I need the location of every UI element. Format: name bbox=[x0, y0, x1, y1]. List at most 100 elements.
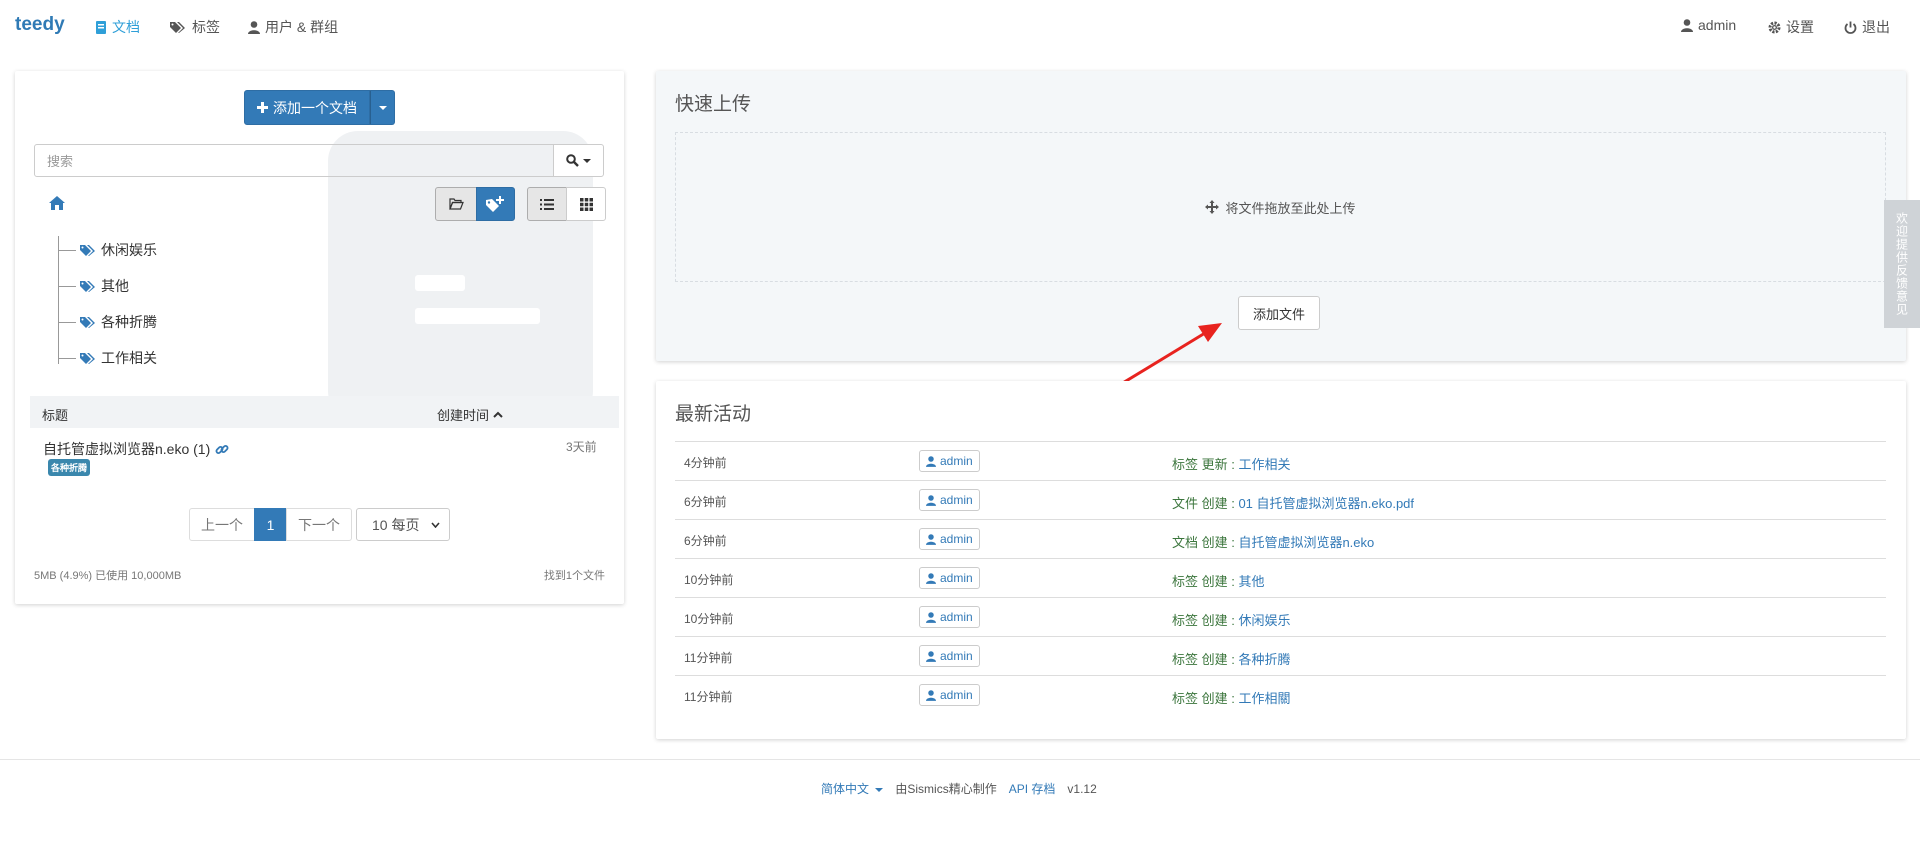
activity-user-button[interactable]: admin bbox=[919, 684, 980, 706]
tag-label: 其他 bbox=[101, 278, 129, 294]
nav-tags-label: 标签 bbox=[192, 19, 220, 35]
pagination-page[interactable]: 1 bbox=[254, 508, 287, 541]
footer-divider bbox=[0, 759, 1920, 760]
navbar: teedy 文档 标签 用户 & 群组 admin 设置 退出 bbox=[0, 0, 1920, 50]
document-row[interactable]: 自托管虚拟浏览器n.eko (1) bbox=[43, 439, 229, 459]
activity-user: admin bbox=[940, 454, 973, 468]
activity-action: 标签 创建 : bbox=[1172, 613, 1239, 628]
activity-target-link[interactable]: 其他 bbox=[1238, 574, 1264, 589]
activity-time: 10分钟前 bbox=[684, 612, 734, 626]
activity-row: 10分钟前 admin 标签 创建 : 休闲娱乐 bbox=[675, 597, 1886, 636]
api-docs-link[interactable]: API 存档 bbox=[1009, 780, 1056, 797]
activity-action: 标签 更新 : bbox=[1172, 457, 1239, 472]
activity-time: 6分钟前 bbox=[684, 534, 727, 548]
activity-action: 标签 创建 : bbox=[1172, 574, 1239, 589]
nav-logout[interactable]: 退出 bbox=[1844, 17, 1890, 37]
nav-tags[interactable]: 标签 bbox=[170, 17, 220, 37]
tag-tree-item[interactable]: 各种折腾 bbox=[58, 312, 157, 332]
activity-target-link[interactable]: 工作相關 bbox=[1238, 691, 1290, 706]
pagination-next[interactable]: 下一个 bbox=[286, 508, 352, 541]
nav-settings[interactable]: 设置 bbox=[1768, 17, 1814, 37]
document-tag-badge: 各种折腾 bbox=[48, 459, 91, 476]
tag-tree-item[interactable]: 其他 bbox=[58, 276, 129, 296]
activity-message: 标签 创建 : 工作相關 bbox=[1172, 688, 1290, 707]
documents-panel: 添加一个文档 搜索 休闲娱乐 其他 各种折腾 工作相关 标题 创建时间 自托管虚… bbox=[15, 71, 624, 604]
nav-user[interactable]: admin bbox=[1681, 17, 1736, 33]
activity-action: 文件 创建 : bbox=[1172, 496, 1239, 511]
activity-time: 4分钟前 bbox=[684, 456, 727, 470]
tag-view-button[interactable] bbox=[476, 187, 515, 221]
nav-documents-label: 文档 bbox=[112, 19, 140, 35]
activity-user-button[interactable]: admin bbox=[919, 450, 980, 472]
activity-target-link[interactable]: 工作相关 bbox=[1238, 457, 1290, 472]
caret-down-icon bbox=[583, 158, 591, 163]
add-document-dropdown[interactable] bbox=[370, 90, 395, 125]
feedback-tab[interactable]: 欢迎提供反馈意见 bbox=[1884, 200, 1920, 328]
book-icon bbox=[96, 20, 106, 34]
activity-row: 10分钟前 admin 标签 创建 : 其他 bbox=[675, 558, 1886, 597]
found-count: 找到1个文件 bbox=[543, 570, 605, 582]
user-icon bbox=[926, 689, 936, 701]
user-icon bbox=[926, 650, 936, 662]
add-document-button[interactable]: 添加一个文档 bbox=[244, 90, 370, 125]
search-options-button[interactable] bbox=[553, 144, 604, 177]
storage-quota: 5MB (4.9%) 已使用 10,000MB bbox=[34, 570, 182, 582]
user-icon bbox=[1681, 18, 1693, 32]
tag-label: 休闲娱乐 bbox=[101, 242, 157, 258]
activity-target-link[interactable]: 休闲娱乐 bbox=[1238, 613, 1290, 628]
activity-action: 文档 创建 : bbox=[1172, 535, 1239, 550]
user-icon bbox=[926, 572, 936, 584]
tag-tree-item[interactable]: 工作相关 bbox=[58, 348, 157, 368]
folder-view-button[interactable] bbox=[435, 187, 477, 221]
activity-user-button[interactable]: admin bbox=[919, 645, 980, 667]
activity-message: 文档 创建 : 自托管虚拟浏览器n.eko bbox=[1172, 532, 1374, 551]
user-icon bbox=[926, 494, 936, 506]
per-page-value: 10 每页 bbox=[372, 516, 420, 533]
language-selector[interactable]: 简体中文 bbox=[821, 780, 884, 797]
pagination-prev[interactable]: 上一个 bbox=[189, 508, 255, 541]
brand-logo[interactable]: teedy bbox=[15, 14, 65, 36]
recent-activity-panel: 最新活动 4分钟前 admin 标签 更新 : 工作相关 6分钟前 admin … bbox=[656, 381, 1906, 739]
activity-user-button[interactable]: admin bbox=[919, 606, 980, 628]
activity-time: 11分钟前 bbox=[684, 690, 733, 704]
activity-target-link[interactable]: 01 自托管虚拟浏览器n.eko.pdf bbox=[1238, 496, 1414, 511]
made-by-text[interactable]: 由Sismics精心制作 bbox=[895, 782, 996, 796]
activity-target-link[interactable]: 各种折腾 bbox=[1238, 652, 1290, 667]
user-icon bbox=[248, 20, 260, 34]
search-input[interactable]: 搜索 bbox=[34, 144, 554, 177]
activity-user-button[interactable]: admin bbox=[919, 489, 980, 511]
column-created[interactable]: 创建时间 bbox=[437, 405, 503, 424]
activity-user-button[interactable]: admin bbox=[919, 567, 980, 589]
plus-icon bbox=[257, 102, 268, 113]
grid-view-button[interactable] bbox=[566, 187, 606, 221]
nav-documents[interactable]: 文档 bbox=[95, 17, 140, 37]
caret-down-icon bbox=[378, 105, 387, 110]
list-view-button[interactable] bbox=[527, 187, 567, 221]
activity-user: admin bbox=[940, 610, 973, 624]
tags-icon bbox=[80, 352, 95, 364]
activity-target-link[interactable]: 自托管虚拟浏览器n.eko bbox=[1238, 535, 1374, 550]
activity-action: 标签 创建 : bbox=[1172, 691, 1239, 706]
add-document-label: 添加一个文档 bbox=[273, 99, 357, 116]
activity-row: 6分钟前 admin 文档 创建 : 自托管虚拟浏览器n.eko bbox=[675, 519, 1886, 558]
nav-settings-label: 设置 bbox=[1786, 19, 1814, 35]
tags-icon bbox=[80, 280, 95, 292]
activity-action: 标签 创建 : bbox=[1172, 652, 1239, 667]
tags-icon bbox=[170, 21, 185, 33]
per-page-select[interactable]: 10 每页 bbox=[356, 508, 450, 541]
upload-dropzone[interactable]: 将文件拖放至此处上传 bbox=[675, 132, 1886, 282]
activity-message: 标签 创建 : 各种折腾 bbox=[1172, 649, 1290, 668]
activity-user-button[interactable]: admin bbox=[919, 528, 980, 550]
tag-label: 各种折腾 bbox=[101, 314, 157, 330]
document-date: 3天前 bbox=[566, 440, 597, 454]
home-icon[interactable] bbox=[49, 196, 65, 210]
power-icon bbox=[1844, 21, 1857, 34]
activity-user: admin bbox=[940, 688, 973, 702]
tag-tree-item[interactable]: 休闲娱乐 bbox=[58, 240, 157, 260]
nav-users-groups[interactable]: 用户 & 群组 bbox=[248, 17, 338, 37]
column-title[interactable]: 标题 bbox=[42, 405, 68, 424]
gear-icon bbox=[1768, 21, 1781, 33]
grid-icon bbox=[579, 197, 593, 211]
add-file-button[interactable]: 添加文件 bbox=[1238, 296, 1320, 330]
activity-message: 标签 创建 : 休闲娱乐 bbox=[1172, 610, 1290, 629]
